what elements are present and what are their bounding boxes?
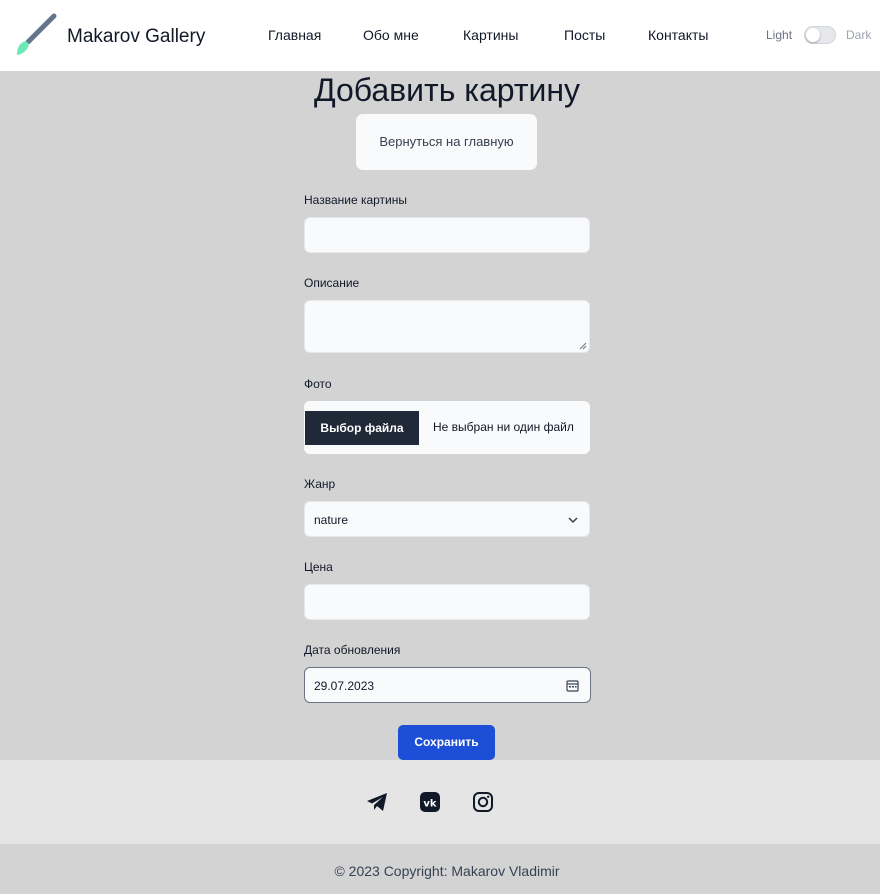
genre-select[interactable]: nature: [304, 501, 590, 537]
nav-item-posts[interactable]: Посты: [564, 27, 605, 43]
chevron-down-icon: [568, 517, 578, 524]
date-value: 29.07.2023: [314, 679, 375, 693]
price-input[interactable]: [304, 584, 590, 620]
description-label: Описание: [304, 276, 360, 290]
vk-icon[interactable]: vk: [419, 791, 441, 813]
name-label: Название картины: [304, 193, 408, 207]
file-status: Не выбран ни один файл: [433, 420, 574, 434]
genre-selected-value: nature: [314, 513, 349, 527]
description-textarea[interactable]: [304, 300, 590, 353]
telegram-icon[interactable]: [366, 791, 388, 813]
date-input[interactable]: 29.07.2023: [304, 667, 591, 703]
save-button[interactable]: Сохранить: [398, 725, 495, 760]
resize-grip-icon[interactable]: [579, 342, 587, 350]
toggle-knob: [806, 28, 820, 42]
photo-label: Фото: [304, 377, 332, 391]
nav-item-contacts[interactable]: Контакты: [648, 27, 708, 43]
price-label: Цена: [304, 560, 333, 574]
back-to-home-button[interactable]: Вернуться на главную: [356, 114, 537, 170]
theme-dark-label: Dark: [846, 28, 872, 42]
header: Makarov Gallery Главная Обо мне Картины …: [0, 0, 880, 71]
nav-item-home[interactable]: Главная: [268, 27, 321, 43]
footer-copyright: © 2023 Copyright: Makarov Vladimir: [0, 844, 880, 894]
choose-file-button[interactable]: Выбор файла: [305, 411, 419, 445]
footer-social: vk: [0, 760, 880, 844]
name-input[interactable]: [304, 217, 590, 253]
date-label: Дата обновления: [304, 643, 401, 657]
genre-label: Жанр: [304, 477, 336, 491]
file-input[interactable]: Выбор файла Не выбран ни один файл: [304, 401, 590, 454]
nav-item-paintings[interactable]: Картины: [463, 27, 518, 43]
instagram-icon[interactable]: [472, 791, 494, 813]
calendar-icon[interactable]: [566, 679, 579, 692]
theme-light-label: Light: [766, 28, 793, 42]
main-nav: Главная Обо мне Картины Посты Контакты: [0, 27, 880, 47]
nav-item-about[interactable]: Обо мне: [363, 27, 419, 43]
copyright-text: © 2023 Copyright: Makarov Vladimir: [334, 863, 560, 879]
page-title: Добавить картину: [313, 72, 581, 108]
svg-text:vk: vk: [423, 799, 437, 810]
theme-toggle[interactable]: [804, 26, 836, 44]
